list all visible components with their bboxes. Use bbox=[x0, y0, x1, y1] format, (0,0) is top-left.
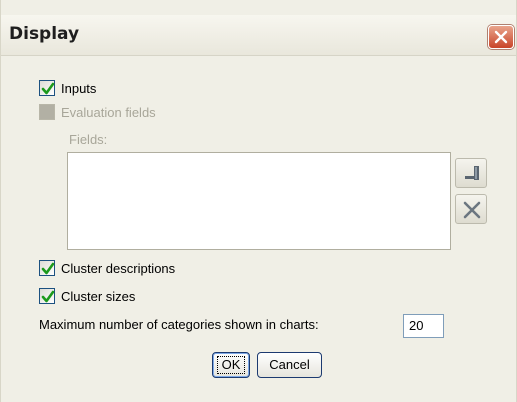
remove-field-button[interactable] bbox=[455, 194, 487, 224]
dialog-bottom-edge bbox=[1, 396, 516, 402]
inputs-option[interactable]: Inputs bbox=[39, 77, 96, 99]
evaluation-fields-option: Evaluation fields bbox=[39, 101, 156, 123]
cluster-descriptions-option[interactable]: Cluster descriptions bbox=[39, 257, 175, 279]
cluster-sizes-checkbox[interactable] bbox=[39, 288, 55, 304]
cancel-button-label: Cancel bbox=[269, 357, 310, 372]
fields-label: Fields: bbox=[69, 132, 108, 147]
dialog-title: Display bbox=[9, 24, 80, 44]
inputs-label: Inputs bbox=[61, 80, 97, 96]
cluster-sizes-option[interactable]: Cluster sizes bbox=[39, 285, 135, 307]
inputs-checkbox[interactable] bbox=[39, 80, 55, 96]
close-button[interactable] bbox=[488, 25, 514, 49]
focus-ring bbox=[217, 356, 245, 374]
evaluation-fields-checkbox bbox=[39, 104, 55, 120]
fields-list[interactable] bbox=[67, 152, 451, 250]
checkmark-icon bbox=[41, 82, 55, 95]
close-icon bbox=[494, 30, 508, 44]
cluster-descriptions-checkbox[interactable] bbox=[39, 260, 55, 276]
ok-button[interactable]: OK bbox=[212, 352, 250, 378]
display-dialog: Display Inputs Evaluation fields Fields: bbox=[0, 0, 517, 402]
field-picker-button[interactable] bbox=[455, 158, 487, 188]
cluster-sizes-label: Cluster sizes bbox=[61, 288, 136, 304]
remove-x-icon bbox=[463, 201, 481, 219]
max-categories-label: Maximum number of categories shown in ch… bbox=[39, 317, 319, 332]
checkmark-icon bbox=[41, 290, 55, 303]
checkmark-icon bbox=[41, 262, 55, 275]
max-categories-input[interactable]: 20 bbox=[403, 314, 444, 338]
field-picker-icon bbox=[465, 166, 479, 180]
cluster-descriptions-label: Cluster descriptions bbox=[61, 260, 176, 276]
evaluation-fields-label: Evaluation fields bbox=[61, 104, 156, 120]
title-bar: Display bbox=[1, 15, 516, 56]
cancel-button[interactable]: Cancel bbox=[257, 352, 322, 378]
